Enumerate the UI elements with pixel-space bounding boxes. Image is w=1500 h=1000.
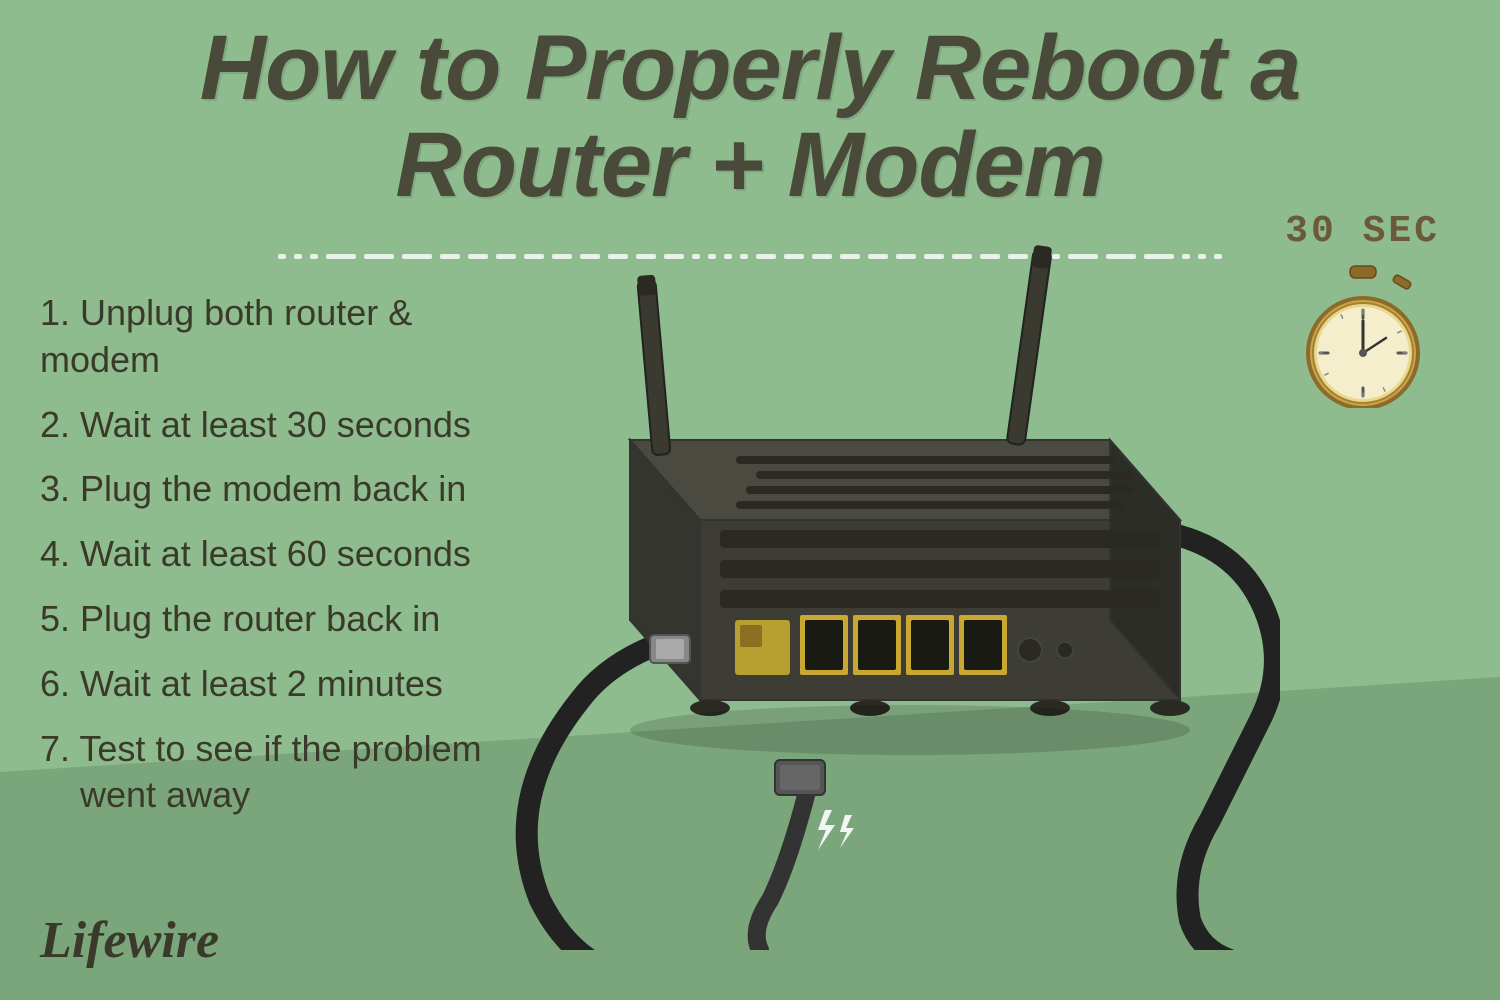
dot — [364, 254, 394, 259]
title-area: How to Properly Reboot a Router + Modem — [0, 20, 1500, 213]
dot — [278, 254, 286, 259]
router-illustration — [430, 220, 1280, 950]
main-title: How to Properly Reboot a Router + Modem — [40, 20, 1460, 213]
title-line1: How to Properly Reboot a — [200, 17, 1301, 119]
stopwatch-container: 30 SEC — [1285, 210, 1440, 408]
timer-label: 30 SEC — [1285, 210, 1440, 253]
step-7-cont: went away — [80, 774, 250, 815]
brand-logo: Lifewire — [40, 911, 219, 970]
dot — [310, 254, 318, 259]
brand-name: Lifewire — [40, 912, 219, 969]
dot — [402, 254, 432, 259]
title-line2: Router + Modem — [395, 114, 1104, 216]
stopwatch-icon — [1298, 258, 1428, 408]
dot — [294, 254, 302, 259]
dot — [326, 254, 356, 259]
background: How to Properly Reboot a Router + Modem — [0, 0, 1500, 1000]
